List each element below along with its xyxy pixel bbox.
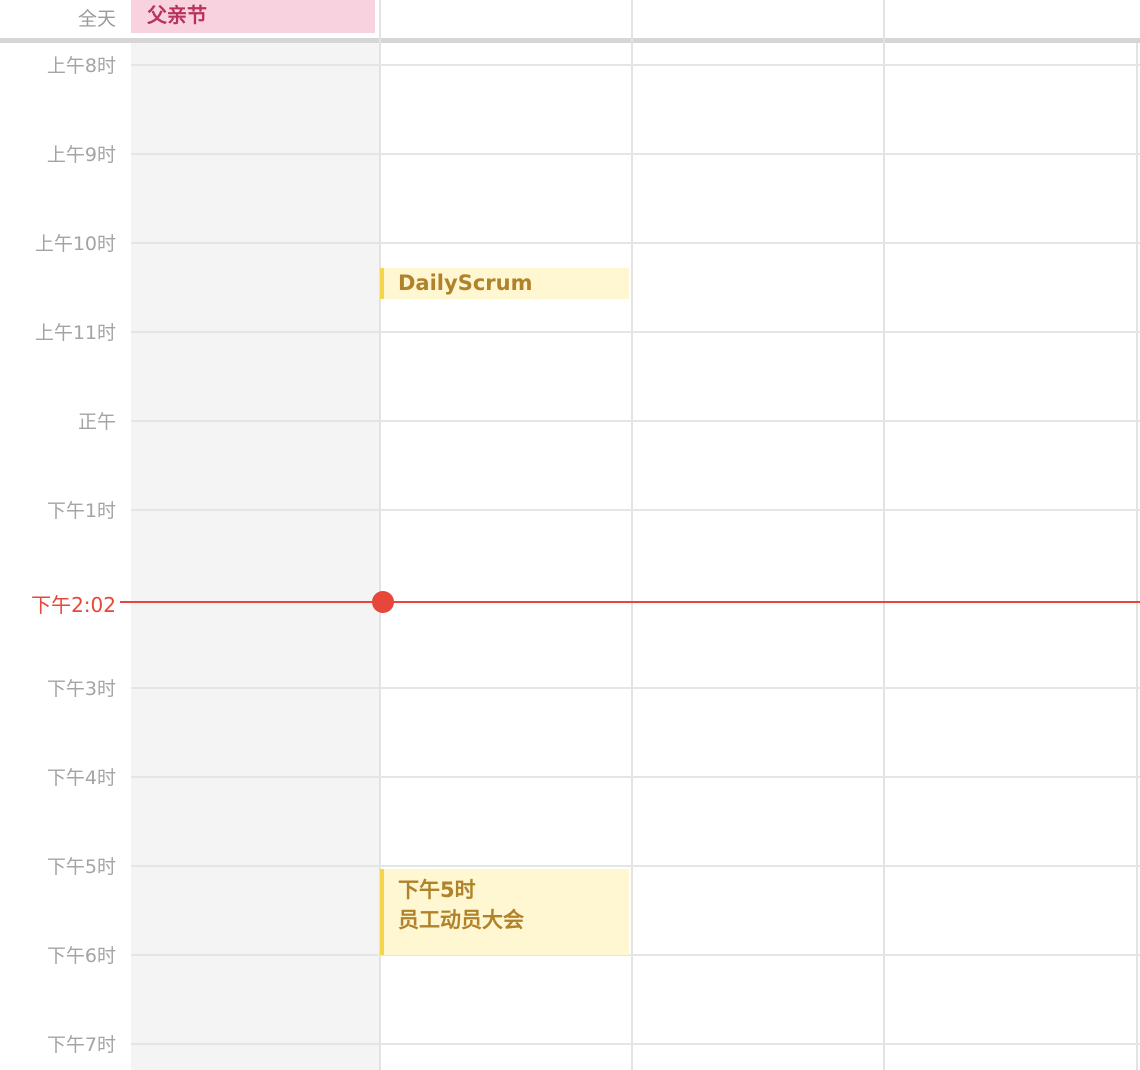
shaded-day-column[interactable] bbox=[131, 43, 380, 1070]
allday-event-fathers-day[interactable]: 父亲节 bbox=[131, 0, 375, 33]
current-time-line bbox=[120, 601, 1140, 603]
hour-line bbox=[131, 242, 1140, 244]
hour-line bbox=[131, 1043, 1140, 1045]
event-time: 下午5时 bbox=[398, 878, 476, 902]
hour-label-4pm: 下午4时 bbox=[46, 767, 116, 789]
event-dailyscrum[interactable]: DailyScrum bbox=[380, 268, 629, 299]
day-column-divider bbox=[1136, 43, 1138, 1070]
hour-label-10am: 上午10时 bbox=[34, 233, 116, 255]
hour-line bbox=[131, 687, 1140, 689]
hour-label-8am: 上午8时 bbox=[46, 55, 116, 77]
allday-row: 全天 父亲节 bbox=[0, 0, 1140, 38]
current-time-label: 下午2:02 bbox=[31, 593, 116, 617]
hour-line bbox=[131, 776, 1140, 778]
hour-label-6pm: 下午6时 bbox=[46, 945, 116, 967]
event-staff-meeting[interactable]: 下午5时 员工动员大会 bbox=[380, 869, 629, 955]
current-time-dot bbox=[372, 591, 394, 613]
hour-line bbox=[131, 865, 1140, 867]
hour-label-7pm: 下午7时 bbox=[46, 1034, 116, 1056]
day-column-divider bbox=[631, 0, 633, 1070]
hour-label-3pm: 下午3时 bbox=[46, 678, 116, 700]
hour-label-noon: 正午 bbox=[77, 411, 116, 433]
event-title: DailyScrum bbox=[398, 271, 533, 295]
hour-line bbox=[131, 954, 1140, 956]
hour-label-1pm: 下午1时 bbox=[46, 500, 116, 522]
event-title: 员工动员大会 bbox=[398, 908, 524, 932]
hour-label-11am: 上午11时 bbox=[34, 322, 116, 344]
allday-label: 全天 bbox=[77, 8, 116, 30]
hour-line bbox=[131, 509, 1140, 511]
day-column-divider bbox=[883, 0, 885, 1070]
allday-event-title: 父亲节 bbox=[147, 3, 207, 27]
hour-line bbox=[131, 331, 1140, 333]
hour-label-5pm: 下午5时 bbox=[46, 856, 116, 878]
hour-label-9am: 上午9时 bbox=[46, 144, 116, 166]
hour-line bbox=[131, 64, 1140, 66]
hour-line bbox=[131, 420, 1140, 422]
hour-line bbox=[131, 153, 1140, 155]
